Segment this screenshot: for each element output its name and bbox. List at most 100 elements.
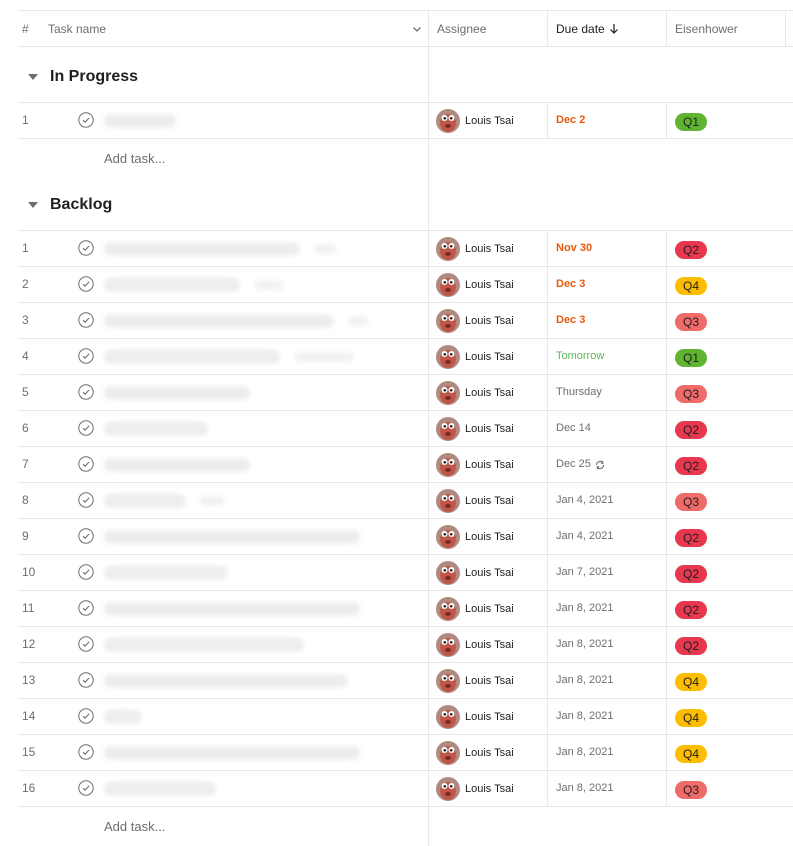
assignee-cell[interactable]: Louis Tsai [436, 273, 514, 297]
due-date-cell[interactable]: Jan 8, 2021 [556, 699, 614, 734]
due-date-cell[interactable]: Thursday [556, 375, 602, 410]
check-circle-icon[interactable] [78, 492, 94, 508]
check-circle-icon[interactable] [78, 312, 94, 328]
task-name-redacted[interactable] [104, 242, 300, 256]
assignee-cell[interactable]: Louis Tsai [436, 705, 514, 729]
assignee-cell[interactable]: Louis Tsai [436, 417, 514, 441]
check-circle-icon[interactable] [78, 708, 94, 724]
task-row[interactable]: 3 Louis Tsai Dec 3 Q3 [18, 303, 793, 339]
task-row[interactable]: 9 Louis Tsai Jan 4, 2021 Q2 [18, 519, 793, 555]
assignee-cell[interactable]: Louis Tsai [436, 489, 514, 513]
eisenhower-tag[interactable]: Q4 [675, 745, 708, 763]
assignee-cell[interactable]: Louis Tsai [436, 561, 514, 585]
task-row[interactable]: 5 Louis Tsai Thursday Q3 [18, 375, 793, 411]
assignee-cell[interactable]: Louis Tsai [436, 453, 514, 477]
check-circle-icon[interactable] [78, 348, 94, 364]
check-circle-icon[interactable] [78, 456, 94, 472]
task-name-redacted[interactable] [104, 782, 216, 796]
eisenhower-tag[interactable]: Q4 [675, 709, 708, 727]
task-name-redacted[interactable] [104, 638, 304, 652]
eisenhower-tag[interactable]: Q2 [675, 457, 708, 475]
due-date-cell[interactable]: Jan 8, 2021 [556, 663, 614, 698]
task-row[interactable]: 13 Louis Tsai Jan 8, 2021 Q4 [18, 663, 793, 699]
eisenhower-tag[interactable]: Q2 [675, 565, 708, 583]
check-circle-icon[interactable] [78, 672, 94, 688]
task-row[interactable]: 4 Louis Tsai Tomorrow Q1 [18, 339, 793, 375]
assignee-cell[interactable]: Louis Tsai [436, 525, 514, 549]
check-circle-icon[interactable] [78, 112, 94, 128]
task-row[interactable]: 6 Louis Tsai Dec 14 Q2 [18, 411, 793, 447]
task-row[interactable]: 15 Louis Tsai Jan 8, 2021 Q4 [18, 735, 793, 771]
task-name-redacted[interactable] [104, 386, 250, 400]
task-name-redacted[interactable] [104, 458, 250, 472]
task-name-redacted[interactable] [104, 314, 334, 328]
assignee-cell[interactable]: Louis Tsai [436, 597, 514, 621]
column-header-task-name[interactable]: Task name [48, 11, 428, 47]
assignee-cell[interactable]: Louis Tsai [436, 741, 514, 765]
task-row[interactable]: 10 Louis Tsai Jan 7, 2021 Q2 [18, 555, 793, 591]
task-name-redacted[interactable] [104, 114, 176, 128]
due-date-cell[interactable]: Jan 8, 2021 [556, 735, 614, 770]
due-date-cell[interactable]: Jan 8, 2021 [556, 591, 614, 626]
task-row[interactable]: 16 Louis Tsai Jan 8, 2021 Q3 [18, 771, 793, 807]
assignee-cell[interactable]: Louis Tsai [436, 381, 514, 405]
column-header-assignee[interactable]: Assignee [437, 11, 486, 47]
eisenhower-tag[interactable]: Q2 [675, 601, 708, 619]
eisenhower-tag[interactable]: Q1 [675, 349, 708, 367]
task-name-redacted[interactable] [104, 350, 280, 364]
eisenhower-tag[interactable]: Q2 [675, 421, 708, 439]
due-date-cell[interactable]: Jan 8, 2021 [556, 771, 614, 806]
assignee-cell[interactable]: Louis Tsai [436, 633, 514, 657]
task-name-redacted[interactable] [104, 422, 208, 436]
check-circle-icon[interactable] [78, 276, 94, 292]
eisenhower-tag[interactable]: Q1 [675, 113, 708, 131]
check-circle-icon[interactable] [78, 744, 94, 760]
assignee-cell[interactable]: Louis Tsai [436, 109, 514, 133]
assignee-cell[interactable]: Louis Tsai [436, 669, 514, 693]
column-header-due-date[interactable]: Due date [556, 11, 619, 47]
due-date-cell[interactable]: Jan 4, 2021 [556, 519, 614, 554]
task-name-redacted[interactable] [104, 674, 348, 688]
task-name-redacted[interactable] [104, 710, 142, 724]
assignee-cell[interactable]: Louis Tsai [436, 777, 514, 801]
task-row[interactable]: 1 Louis Tsai Nov 30 Q2 [18, 231, 793, 267]
task-name-redacted[interactable] [104, 530, 360, 544]
add-task-button[interactable]: Add task... [104, 151, 165, 166]
task-row[interactable]: 1 Louis Tsai Dec 2 Q1 [18, 103, 793, 139]
task-row[interactable]: 8 Louis Tsai Jan 4, 2021 Q3 [18, 483, 793, 519]
due-date-cell[interactable]: Jan 7, 2021 [556, 555, 614, 590]
task-name-redacted[interactable] [104, 602, 360, 616]
assignee-cell[interactable]: Louis Tsai [436, 345, 514, 369]
triangle-down-icon[interactable] [28, 74, 38, 80]
column-header-eisenhower[interactable]: Eisenhower [675, 11, 738, 47]
due-date-cell[interactable]: Dec 3 [556, 267, 585, 302]
check-circle-icon[interactable] [78, 600, 94, 616]
check-circle-icon[interactable] [78, 384, 94, 400]
check-circle-icon[interactable] [78, 528, 94, 544]
task-row[interactable]: 7 Louis Tsai Dec 25 Q2 [18, 447, 793, 483]
section-header-in-progress[interactable]: In Progress [18, 49, 428, 105]
task-row[interactable]: 11 Louis Tsai Jan 8, 2021 Q2 [18, 591, 793, 627]
due-date-cell[interactable]: Nov 30 [556, 231, 592, 266]
eisenhower-tag[interactable]: Q2 [675, 241, 708, 259]
task-name-redacted[interactable] [104, 278, 240, 292]
eisenhower-tag[interactable]: Q2 [675, 637, 708, 655]
check-circle-icon[interactable] [78, 636, 94, 652]
check-circle-icon[interactable] [78, 420, 94, 436]
due-date-cell[interactable]: Dec 25 [556, 447, 606, 482]
eisenhower-tag[interactable]: Q3 [675, 313, 708, 331]
due-date-cell[interactable]: Dec 3 [556, 303, 585, 338]
due-date-cell[interactable]: Dec 2 [556, 103, 585, 138]
check-circle-icon[interactable] [78, 564, 94, 580]
task-row[interactable]: 12 Louis Tsai Jan 8, 2021 Q2 [18, 627, 793, 663]
task-name-redacted[interactable] [104, 746, 360, 760]
eisenhower-tag[interactable]: Q2 [675, 529, 708, 547]
check-circle-icon[interactable] [78, 240, 94, 256]
eisenhower-tag[interactable]: Q4 [675, 277, 708, 295]
due-date-cell[interactable]: Dec 14 [556, 411, 591, 446]
due-date-cell[interactable]: Jan 4, 2021 [556, 483, 614, 518]
task-name-redacted[interactable] [104, 566, 228, 580]
triangle-down-icon[interactable] [28, 202, 38, 208]
assignee-cell[interactable]: Louis Tsai [436, 237, 514, 261]
eisenhower-tag[interactable]: Q3 [675, 781, 708, 799]
